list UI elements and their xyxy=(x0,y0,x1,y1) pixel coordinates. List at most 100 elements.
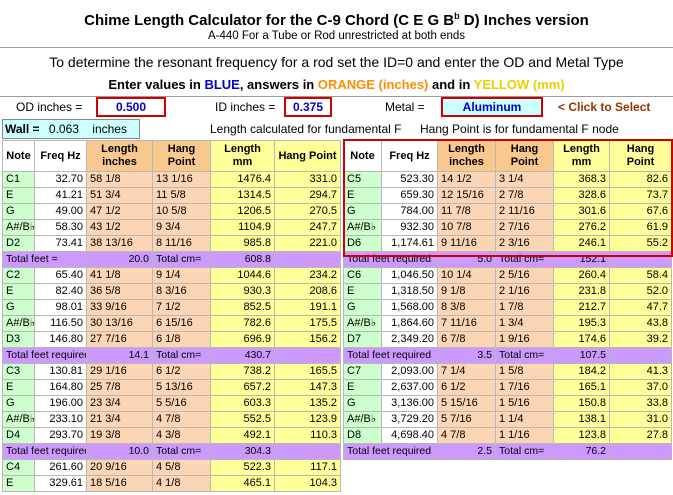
od-input[interactable]: 0.500 xyxy=(96,97,166,117)
length-in-cell: 21 3/4 xyxy=(86,411,153,428)
length-mm-cell: 657.2 xyxy=(210,379,275,396)
hang-in-cell: 4 3/8 xyxy=(152,427,211,444)
note-cell: A#/B♭ xyxy=(2,411,35,428)
freq-cell: 58.30 xyxy=(34,219,87,236)
table-row: A#/B♭ 116.50 30 13/16 6 15/16 782.6 175.5 xyxy=(2,315,341,332)
hang-note: Hang Point is for fundamental F node xyxy=(420,122,619,136)
column-header: Freq Hz xyxy=(34,140,87,172)
freq-cell: 1,046.50 xyxy=(381,267,438,284)
note-cell: G xyxy=(2,299,35,316)
total-cm-label: Total cm= xyxy=(495,251,554,268)
length-mm-cell: 184.2 xyxy=(553,363,610,380)
length-in-cell: 23 3/4 xyxy=(86,395,153,412)
total-feet-label: Total feet required xyxy=(343,251,438,268)
table-row: G 49.00 47 1/2 10 5/8 1206.5 270.5 xyxy=(2,203,341,220)
hang-mm-cell: 33.8 xyxy=(609,395,672,412)
hang-in-cell: 6 15/16 xyxy=(152,315,211,332)
hang-mm-cell: 165.5 xyxy=(274,363,341,380)
column-header: Hang Point xyxy=(609,140,672,172)
freq-cell: 41.21 xyxy=(34,187,87,204)
length-mm-cell: 930.3 xyxy=(210,283,275,300)
length-mm-cell: 985.8 xyxy=(210,235,275,252)
note-cell: E xyxy=(2,283,35,300)
hang-mm-cell: 270.5 xyxy=(274,203,341,220)
length-mm-cell: 782.6 xyxy=(210,315,275,332)
length-note: Length calculated for fundamental F xyxy=(210,122,402,136)
note-cell: C7 xyxy=(343,363,382,380)
note-cell: D8 xyxy=(343,427,382,444)
note-cell: A#/B♭ xyxy=(343,219,382,236)
length-mm-cell: 246.1 xyxy=(553,235,610,252)
length-mm-cell: 231.8 xyxy=(553,283,610,300)
freq-cell: 293.70 xyxy=(34,427,87,444)
hang-in-cell: 1 3/4 xyxy=(495,315,554,332)
metal-select[interactable]: Aluminum xyxy=(441,97,543,117)
column-header: Note xyxy=(343,140,382,172)
length-in-cell: 25 7/8 xyxy=(86,379,153,396)
table-row: D7 2,349.20 6 7/8 1 9/16 174.6 39.2 xyxy=(343,331,672,348)
table-row: G 784.00 11 7/8 2 11/16 301.6 67.6 xyxy=(343,203,672,220)
length-in-cell: 9 1/8 xyxy=(437,283,496,300)
table-header: Note Freq Hz Length inches Hang Point Length… xyxy=(2,140,341,172)
total-feet-value: 2.5 xyxy=(437,443,496,460)
column-header: Length inches xyxy=(86,140,153,172)
table-row: D3 146.80 27 7/16 6 1/8 696.9 156.2 xyxy=(2,331,341,348)
hang-mm-cell: 247.7 xyxy=(274,219,341,236)
table-row: G 196.00 23 3/4 5 5/16 603.3 135.2 xyxy=(2,395,341,412)
id-input[interactable]: 0.375 xyxy=(284,97,332,117)
length-mm-cell: 328.6 xyxy=(553,187,610,204)
length-in-cell: 5 15/16 xyxy=(437,395,496,412)
freq-cell: 146.80 xyxy=(34,331,87,348)
hang-in-cell: 2 1/16 xyxy=(495,283,554,300)
freq-cell: 98.01 xyxy=(34,299,87,316)
hang-in-cell: 2 11/16 xyxy=(495,203,554,220)
length-in-cell: 14 1/2 xyxy=(437,171,496,188)
note-cell: E xyxy=(343,283,382,300)
id-label: ID inches = xyxy=(215,100,276,114)
note-cell: E xyxy=(2,379,35,396)
note-cell: G xyxy=(343,299,382,316)
total-spacer xyxy=(274,443,341,460)
hang-in-cell: 4 7/8 xyxy=(152,411,211,428)
freq-cell: 2,093.00 xyxy=(381,363,438,380)
click-to-select-hint: < Click to Select xyxy=(558,100,651,114)
hang-in-cell: 1 7/16 xyxy=(495,379,554,396)
table-row: C3 130.81 29 1/16 6 1/2 738.2 165.5 xyxy=(2,363,341,380)
total-cm-value: 430.7 xyxy=(210,347,275,364)
table-row: A#/B♭ 1,864.60 7 11/16 1 3/4 195.3 43.8 xyxy=(343,315,672,332)
hang-mm-cell: 117.1 xyxy=(274,459,341,476)
column-header: Note xyxy=(2,140,35,172)
total-row: Total feet required 2.5 Total cm= 76.2 xyxy=(343,443,672,460)
note-cell: A#/B♭ xyxy=(2,315,35,332)
hang-in-cell: 2 7/16 xyxy=(495,219,554,236)
page-subtitle: A-440 For a Tube or Rod unrestricted at … xyxy=(208,30,465,42)
freq-cell: 233.10 xyxy=(34,411,87,428)
length-mm-cell: 738.2 xyxy=(210,363,275,380)
table-row: C4 261.60 20 9/16 4 5/8 522.3 117.1 xyxy=(2,459,341,476)
hang-mm-cell: 41.3 xyxy=(609,363,672,380)
length-mm-cell: 195.3 xyxy=(553,315,610,332)
hang-in-cell: 1 1/16 xyxy=(495,427,554,444)
total-feet-label: Total feet required xyxy=(2,347,87,364)
length-in-cell: 51 3/4 xyxy=(86,187,153,204)
freq-cell: 196.00 xyxy=(34,395,87,412)
wall-row: Wall = 0.063 inches Length calculated fo… xyxy=(0,119,673,139)
table-row: E 329.61 18 5/16 4 1/8 465.1 104.3 xyxy=(2,475,341,492)
table-row: G 3,136.00 5 15/16 1 5/16 150.8 33.8 xyxy=(343,395,672,412)
hang-mm-cell: 234.2 xyxy=(274,267,341,284)
length-in-cell: 47 1/2 xyxy=(86,203,153,220)
note-cell: E xyxy=(343,187,382,204)
hang-in-cell: 1 7/8 xyxy=(495,299,554,316)
total-feet-value: 10.0 xyxy=(86,443,153,460)
inputs-row: OD inches = 0.500 ID inches = 0.375 Meta… xyxy=(0,97,673,118)
hang-mm-cell: 135.2 xyxy=(274,395,341,412)
total-cm-value: 152.1 xyxy=(553,251,610,268)
hang-mm-cell: 82.6 xyxy=(609,171,672,188)
table-row: D4 293.70 19 3/8 4 3/8 492.1 110.3 xyxy=(2,427,341,444)
length-mm-cell: 174.6 xyxy=(553,331,610,348)
length-mm-cell: 696.9 xyxy=(210,331,275,348)
hang-mm-cell: 37.0 xyxy=(609,379,672,396)
length-in-cell: 18 5/16 xyxy=(86,475,153,492)
hang-mm-cell: 67.6 xyxy=(609,203,672,220)
hang-in-cell: 9 3/4 xyxy=(152,219,211,236)
